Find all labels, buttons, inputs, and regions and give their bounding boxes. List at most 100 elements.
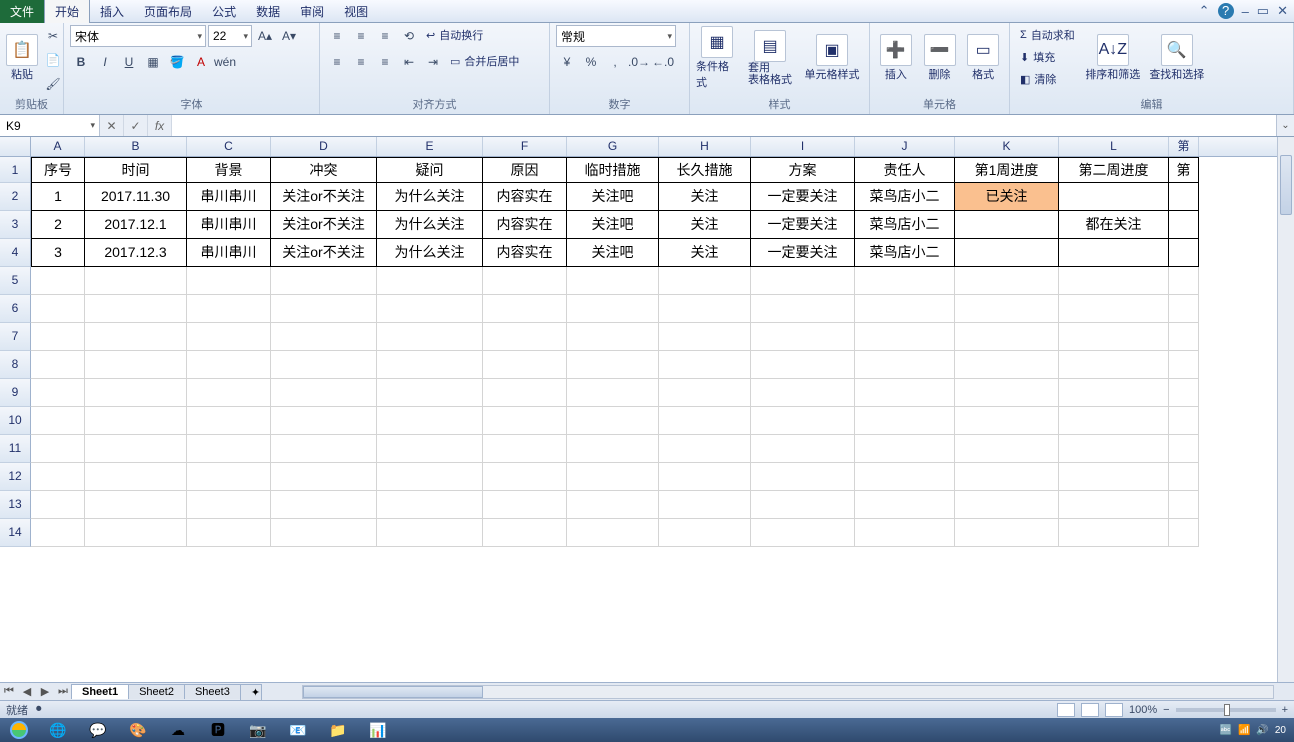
cell[interactable]: [31, 379, 85, 407]
menu-tab-view[interactable]: 视图: [334, 0, 378, 23]
cell[interactable]: [377, 463, 483, 491]
start-button[interactable]: [0, 718, 38, 742]
row-header[interactable]: 14: [0, 519, 31, 547]
cell[interactable]: [659, 351, 751, 379]
cell[interactable]: 序号: [31, 157, 85, 183]
cell[interactable]: 2: [31, 211, 85, 239]
cell[interactable]: [955, 491, 1059, 519]
cell[interactable]: 都在关注: [1059, 211, 1169, 239]
cell[interactable]: [955, 379, 1059, 407]
cell[interactable]: 为什么关注: [377, 211, 483, 239]
name-box[interactable]: K9: [0, 115, 100, 136]
cell[interactable]: [1169, 519, 1199, 547]
cell[interactable]: 关注吧: [567, 211, 659, 239]
grid-body[interactable]: 1序号时间背景冲突疑问原因临时措施长久措施方案责任人第1周进度第二周进度第212…: [0, 157, 1294, 682]
cell[interactable]: [855, 435, 955, 463]
window-minimize-icon[interactable]: –: [1242, 4, 1249, 19]
col-header-H[interactable]: H: [659, 137, 751, 156]
cell[interactable]: [85, 379, 187, 407]
window-close-icon[interactable]: ✕: [1277, 3, 1288, 19]
cell[interactable]: [855, 491, 955, 519]
cell[interactable]: [271, 463, 377, 491]
cell[interactable]: [271, 379, 377, 407]
hscroll-thumb[interactable]: [303, 686, 483, 698]
cell[interactable]: 菜鸟店小二: [855, 239, 955, 267]
cell[interactable]: 3: [31, 239, 85, 267]
cell[interactable]: [271, 295, 377, 323]
cell[interactable]: [659, 519, 751, 547]
cell[interactable]: [483, 295, 567, 323]
cell[interactable]: 串川串川: [187, 239, 271, 267]
align-left-button[interactable]: ≡: [326, 51, 348, 73]
cell[interactable]: [855, 463, 955, 491]
cell[interactable]: [377, 491, 483, 519]
border-button[interactable]: ▦: [142, 51, 164, 73]
fill-button[interactable]: ⬇填充: [1016, 47, 1079, 67]
cell[interactable]: [483, 463, 567, 491]
cell[interactable]: 关注or不关注: [271, 211, 377, 239]
cell[interactable]: [567, 351, 659, 379]
cell[interactable]: [187, 351, 271, 379]
row-header[interactable]: 6: [0, 295, 31, 323]
cell[interactable]: [483, 379, 567, 407]
cell[interactable]: [659, 463, 751, 491]
cell[interactable]: [567, 295, 659, 323]
menu-tab-pagelayout[interactable]: 页面布局: [134, 0, 202, 23]
cell[interactable]: [1169, 463, 1199, 491]
cell[interactable]: 临时措施: [567, 157, 659, 183]
cell[interactable]: [567, 379, 659, 407]
delete-cells-button[interactable]: ➖删除: [920, 25, 960, 91]
cell[interactable]: 2017.11.30: [85, 183, 187, 211]
view-pagebreak-button[interactable]: [1105, 703, 1123, 717]
cell[interactable]: [187, 295, 271, 323]
bold-button[interactable]: B: [70, 51, 92, 73]
cell[interactable]: [1169, 239, 1199, 267]
merge-center-button[interactable]: ▭合并后居中: [446, 51, 523, 71]
cell[interactable]: [751, 463, 855, 491]
row-header[interactable]: 4: [0, 239, 31, 267]
cell[interactable]: [85, 435, 187, 463]
cell[interactable]: 2017.12.1: [85, 211, 187, 239]
font-color-button[interactable]: A: [190, 51, 212, 73]
conditional-format-button[interactable]: ▦条件格式: [696, 25, 738, 91]
cell[interactable]: 一定要关注: [751, 239, 855, 267]
cell[interactable]: [1059, 519, 1169, 547]
cell[interactable]: 为什么关注: [377, 183, 483, 211]
cell[interactable]: [1059, 491, 1169, 519]
cell[interactable]: [751, 351, 855, 379]
cell[interactable]: [31, 491, 85, 519]
cell[interactable]: [483, 323, 567, 351]
cell[interactable]: [955, 435, 1059, 463]
cell[interactable]: [659, 379, 751, 407]
clear-button[interactable]: ◧清除: [1016, 69, 1079, 89]
tray-network-icon[interactable]: 📶: [1238, 725, 1250, 736]
cell[interactable]: 1: [31, 183, 85, 211]
menu-tab-insert[interactable]: 插入: [90, 0, 134, 23]
cell[interactable]: [955, 267, 1059, 295]
cell[interactable]: [187, 267, 271, 295]
cell[interactable]: [1059, 407, 1169, 435]
cell[interactable]: [567, 407, 659, 435]
cell[interactable]: [483, 267, 567, 295]
cell[interactable]: 菜鸟店小二: [855, 183, 955, 211]
cell[interactable]: 串川串川: [187, 183, 271, 211]
format-painter-button[interactable]: 🖌: [42, 73, 64, 95]
tray-volume-icon[interactable]: 🔊: [1256, 725, 1268, 736]
cell[interactable]: [187, 407, 271, 435]
cell[interactable]: [1169, 351, 1199, 379]
row-header[interactable]: 3: [0, 211, 31, 239]
cell[interactable]: [1059, 435, 1169, 463]
taskbar-app-6[interactable]: 📷: [238, 718, 278, 742]
cell[interactable]: [377, 323, 483, 351]
vertical-scrollbar[interactable]: [1277, 137, 1294, 682]
cell[interactable]: [1169, 295, 1199, 323]
grow-font-button[interactable]: A▴: [254, 25, 276, 47]
cell[interactable]: [377, 295, 483, 323]
increase-indent-button[interactable]: ⇥: [422, 51, 444, 73]
row-header[interactable]: 8: [0, 351, 31, 379]
cell[interactable]: [1059, 295, 1169, 323]
menu-tab-review[interactable]: 审阅: [290, 0, 334, 23]
col-header-J[interactable]: J: [855, 137, 955, 156]
cell[interactable]: [377, 379, 483, 407]
underline-button[interactable]: U: [118, 51, 140, 73]
